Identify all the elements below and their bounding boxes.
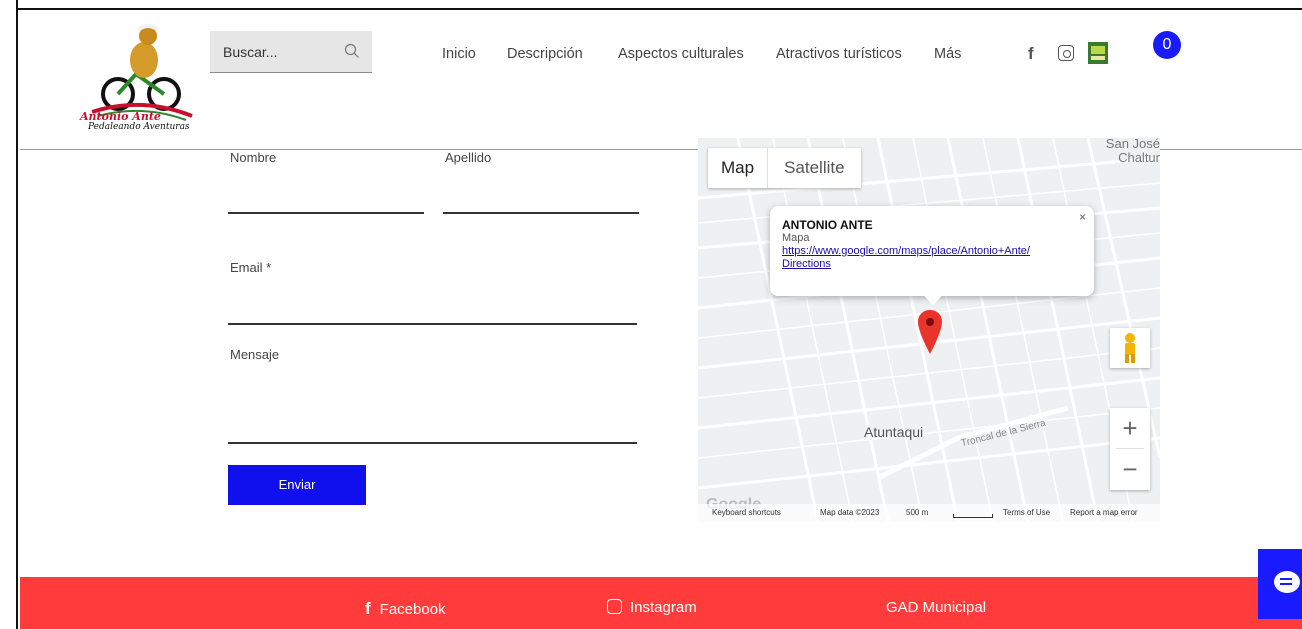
keyboard-shortcuts-link[interactable]: Keyboard shortcuts [712, 504, 781, 522]
report-map-error-link[interactable]: Report a map error [1070, 504, 1138, 522]
message-field[interactable] [228, 442, 637, 444]
footer-facebook-label: Facebook [379, 601, 446, 618]
search-icon[interactable] [344, 43, 360, 59]
search-input[interactable]: Buscar... [210, 31, 372, 73]
footer-instagram-label: Instagram [630, 599, 697, 616]
search-placeholder: Buscar... [223, 44, 278, 60]
street-view-pegman-icon[interactable] [1110, 328, 1150, 368]
email-label: Email * [230, 260, 272, 275]
popup-tail [923, 294, 943, 306]
google-map[interactable]: Map Satellite San José Chaltur × ANTONIO… [698, 138, 1160, 522]
nav-atractivos-turisticos[interactable]: Atractivos turísticos [776, 46, 902, 62]
popup-title: ANTONIO ANTE [782, 218, 873, 232]
terms-of-use-link[interactable]: Terms of Use [1003, 504, 1050, 522]
map-tab-map[interactable]: Map [708, 148, 767, 188]
instagram-icon [607, 599, 622, 614]
window-left-border [0, 0, 18, 629]
map-place-label: Atuntaqui [864, 424, 924, 440]
facebook-icon[interactable]: f [1028, 44, 1034, 64]
submit-button[interactable]: Enviar [228, 465, 366, 505]
facebook-icon: f [365, 599, 371, 618]
popup-subtitle: Mapa [782, 232, 810, 244]
nav-descripcion[interactable]: Descripción [507, 46, 583, 62]
site-header: Antonio Ante Pedaleando Aventuras Buscar… [20, 12, 1302, 150]
map-data-label: Map data ©2023 [820, 508, 880, 517]
logo-subtitle: Pedaleando Aventuras [88, 122, 190, 132]
instagram-icon[interactable] [1058, 45, 1074, 61]
map-info-popup: × ANTONIO ANTE Mapa https://www.google.c… [770, 206, 1094, 296]
map-scale-bar [953, 514, 993, 518]
message-label: Mensaje [230, 347, 280, 362]
footer-instagram-link[interactable]: Instagram [607, 599, 697, 616]
map-scale-label: 500 m [906, 508, 929, 517]
popup-directions-link[interactable]: Directions [782, 258, 1082, 271]
zoom-out-button[interactable]: − [1110, 449, 1150, 489]
footer-gad-link[interactable]: GAD Municipal [886, 599, 986, 616]
map-corner-label-2: Chaltur [1118, 150, 1160, 165]
chat-icon [1274, 571, 1300, 593]
chat-button[interactable] [1258, 549, 1302, 619]
map-pin-icon[interactable] [918, 310, 942, 354]
cart-count-badge[interactable]: 0 [1153, 31, 1181, 59]
map-tab-satellite[interactable]: Satellite [767, 148, 860, 188]
nav-inicio[interactable]: Inicio [442, 46, 476, 62]
email-field[interactable] [228, 323, 637, 325]
nav-mas[interactable]: Más [934, 46, 961, 62]
gad-logo-icon[interactable] [1088, 42, 1108, 64]
popup-maps-link[interactable]: https://www.google.com/maps/place/Antoni… [782, 245, 1082, 258]
site-footer: f Facebook Instagram GAD Municipal [20, 577, 1302, 629]
map-type-control: Map Satellite [708, 148, 861, 188]
first-name-label: Nombre [230, 150, 277, 165]
last-name-field[interactable] [443, 212, 639, 214]
close-icon[interactable]: × [1079, 210, 1086, 224]
window-top-border [0, 0, 1302, 10]
zoom-in-button[interactable]: + [1110, 408, 1150, 448]
zoom-control: + − [1110, 408, 1150, 490]
footer-facebook-link[interactable]: f Facebook [365, 599, 446, 619]
map-attribution-bar: Keyboard shortcuts Map data ©2023 500 m … [698, 504, 1160, 522]
first-name-field[interactable] [228, 212, 424, 214]
nav-aspectos-culturales[interactable]: Aspectos culturales [618, 46, 744, 62]
last-name-label: Apellido [445, 150, 492, 165]
